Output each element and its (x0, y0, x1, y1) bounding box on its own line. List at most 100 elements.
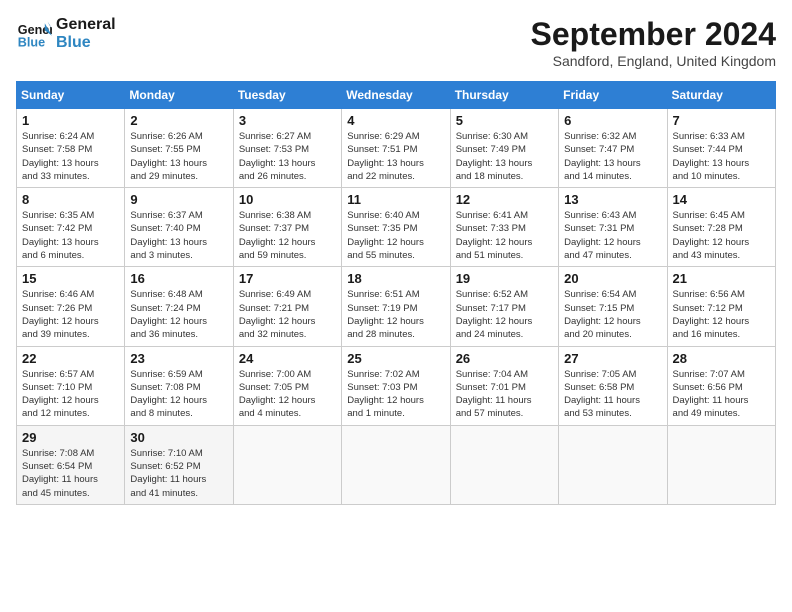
week-row-2: 8 Sunrise: 6:35 AMSunset: 7:42 PMDaylight… (17, 188, 776, 267)
day-cell: 11Sunrise: 6:40 AMSunset: 7:35 PMDayligh… (342, 188, 450, 267)
day-cell: 15 Sunrise: 6:46 AMSunset: 7:26 PMDayligh… (17, 267, 125, 346)
day-info: Sunrise: 6:30 AMSunset: 7:49 PMDaylight:… (456, 130, 553, 183)
weekday-header-tuesday: Tuesday (233, 82, 341, 109)
day-cell: 8 Sunrise: 6:35 AMSunset: 7:42 PMDaylight… (17, 188, 125, 267)
location: Sandford, England, United Kingdom (531, 53, 776, 69)
title-area: September 2024 Sandford, England, United… (531, 16, 776, 69)
day-number: 2 (130, 113, 227, 128)
day-cell: 10 Sunrise: 6:38 AMSunset: 7:37 PMDayligh… (233, 188, 341, 267)
day-cell: 28 Sunrise: 7:07 AMSunset: 6:56 PMDayligh… (667, 346, 775, 425)
week-row-3: 15 Sunrise: 6:46 AMSunset: 7:26 PMDayligh… (17, 267, 776, 346)
day-cell: 12Sunrise: 6:41 AMSunset: 7:33 PMDayligh… (450, 188, 558, 267)
day-info: Sunrise: 7:05 AMSunset: 6:58 PMDaylight:… (564, 368, 661, 421)
day-number: 3 (239, 113, 336, 128)
day-info: Sunrise: 7:04 AMSunset: 7:01 PMDaylight:… (456, 368, 553, 421)
day-cell: 26Sunrise: 7:04 AMSunset: 7:01 PMDayligh… (450, 346, 558, 425)
day-info: Sunrise: 6:48 AMSunset: 7:24 PMDaylight:… (130, 288, 227, 341)
day-number: 27 (564, 351, 661, 366)
day-number: 25 (347, 351, 444, 366)
day-info: Sunrise: 6:27 AMSunset: 7:53 PMDaylight:… (239, 130, 336, 183)
day-number: 7 (673, 113, 770, 128)
day-number: 30 (130, 430, 227, 445)
day-info: Sunrise: 6:33 AMSunset: 7:44 PMDaylight:… (673, 130, 770, 183)
day-number: 21 (673, 271, 770, 286)
day-info: Sunrise: 6:26 AMSunset: 7:55 PMDaylight:… (130, 130, 227, 183)
day-info: Sunrise: 7:02 AMSunset: 7:03 PMDaylight:… (347, 368, 444, 421)
day-number: 28 (673, 351, 770, 366)
day-info: Sunrise: 7:00 AMSunset: 7:05 PMDaylight:… (239, 368, 336, 421)
day-cell: 22Sunrise: 6:57 AMSunset: 7:10 PMDayligh… (17, 346, 125, 425)
weekday-header-monday: Monday (125, 82, 233, 109)
day-info: Sunrise: 6:43 AMSunset: 7:31 PMDaylight:… (564, 209, 661, 262)
day-cell: 1 Sunrise: 6:24 AMSunset: 7:58 PMDaylight… (17, 109, 125, 188)
logo-general: General (56, 16, 116, 34)
day-cell: 30Sunrise: 7:10 AMSunset: 6:52 PMDayligh… (125, 425, 233, 504)
day-number: 13 (564, 192, 661, 207)
day-cell: 19 Sunrise: 6:52 AMSunset: 7:17 PMDayligh… (450, 267, 558, 346)
logo-blue: Blue (56, 34, 116, 52)
day-cell: 18 Sunrise: 6:51 AMSunset: 7:19 PMDayligh… (342, 267, 450, 346)
day-number: 17 (239, 271, 336, 286)
day-cell: 17 Sunrise: 6:49 AMSunset: 7:21 PMDayligh… (233, 267, 341, 346)
day-info: Sunrise: 6:41 AMSunset: 7:33 PMDaylight:… (456, 209, 553, 262)
day-cell (342, 425, 450, 504)
day-number: 18 (347, 271, 444, 286)
day-number: 1 (22, 113, 119, 128)
day-cell (450, 425, 558, 504)
day-cell: 13 Sunrise: 6:43 AMSunset: 7:31 PMDayligh… (559, 188, 667, 267)
month-title: September 2024 (531, 16, 776, 53)
day-cell: 7 Sunrise: 6:33 AMSunset: 7:44 PMDaylight… (667, 109, 775, 188)
day-info: Sunrise: 7:07 AMSunset: 6:56 PMDaylight:… (673, 368, 770, 421)
day-cell: 20Sunrise: 6:54 AMSunset: 7:15 PMDayligh… (559, 267, 667, 346)
day-number: 19 (456, 271, 553, 286)
day-number: 9 (130, 192, 227, 207)
day-info: Sunrise: 6:51 AMSunset: 7:19 PMDaylight:… (347, 288, 444, 341)
day-cell: 9 Sunrise: 6:37 AMSunset: 7:40 PMDaylight… (125, 188, 233, 267)
day-number: 10 (239, 192, 336, 207)
day-number: 6 (564, 113, 661, 128)
day-info: Sunrise: 6:49 AMSunset: 7:21 PMDaylight:… (239, 288, 336, 341)
weekday-header-thursday: Thursday (450, 82, 558, 109)
day-number: 15 (22, 271, 119, 286)
day-cell (559, 425, 667, 504)
day-info: Sunrise: 6:38 AMSunset: 7:37 PMDaylight:… (239, 209, 336, 262)
day-cell: 6Sunrise: 6:32 AMSunset: 7:47 PMDaylight… (559, 109, 667, 188)
day-info: Sunrise: 6:56 AMSunset: 7:12 PMDaylight:… (673, 288, 770, 341)
day-cell: 25 Sunrise: 7:02 AMSunset: 7:03 PMDayligh… (342, 346, 450, 425)
day-number: 14 (673, 192, 770, 207)
day-info: Sunrise: 6:45 AMSunset: 7:28 PMDaylight:… (673, 209, 770, 262)
day-number: 8 (22, 192, 119, 207)
day-number: 22 (22, 351, 119, 366)
day-cell: 3 Sunrise: 6:27 AMSunset: 7:53 PMDaylight… (233, 109, 341, 188)
day-info: Sunrise: 6:54 AMSunset: 7:15 PMDaylight:… (564, 288, 661, 341)
day-cell: 29Sunrise: 7:08 AMSunset: 6:54 PMDayligh… (17, 425, 125, 504)
day-info: Sunrise: 6:59 AMSunset: 7:08 PMDaylight:… (130, 368, 227, 421)
header: General Blue General Blue September 2024… (16, 16, 776, 69)
day-info: Sunrise: 6:35 AMSunset: 7:42 PMDaylight:… (22, 209, 119, 262)
day-number: 29 (22, 430, 119, 445)
day-info: Sunrise: 6:24 AMSunset: 7:58 PMDaylight:… (22, 130, 119, 183)
week-row-4: 22Sunrise: 6:57 AMSunset: 7:10 PMDayligh… (17, 346, 776, 425)
day-cell: 5 Sunrise: 6:30 AMSunset: 7:49 PMDaylight… (450, 109, 558, 188)
day-info: Sunrise: 6:52 AMSunset: 7:17 PMDaylight:… (456, 288, 553, 341)
day-cell: 16Sunrise: 6:48 AMSunset: 7:24 PMDayligh… (125, 267, 233, 346)
day-cell: 14 Sunrise: 6:45 AMSunset: 7:28 PMDayligh… (667, 188, 775, 267)
day-number: 11 (347, 192, 444, 207)
day-number: 5 (456, 113, 553, 128)
day-cell (667, 425, 775, 504)
calendar: SundayMondayTuesdayWednesdayThursdayFrid… (16, 81, 776, 505)
svg-text:Blue: Blue (18, 36, 45, 50)
weekday-header-wednesday: Wednesday (342, 82, 450, 109)
day-info: Sunrise: 6:46 AMSunset: 7:26 PMDaylight:… (22, 288, 119, 341)
day-cell (233, 425, 341, 504)
day-cell: 27 Sunrise: 7:05 AMSunset: 6:58 PMDayligh… (559, 346, 667, 425)
day-cell: 23 Sunrise: 6:59 AMSunset: 7:08 PMDayligh… (125, 346, 233, 425)
day-number: 23 (130, 351, 227, 366)
week-row-5: 29Sunrise: 7:08 AMSunset: 6:54 PMDayligh… (17, 425, 776, 504)
day-info: Sunrise: 6:37 AMSunset: 7:40 PMDaylight:… (130, 209, 227, 262)
day-number: 24 (239, 351, 336, 366)
logo: General Blue General Blue (16, 16, 116, 52)
weekday-header-saturday: Saturday (667, 82, 775, 109)
day-cell: 21 Sunrise: 6:56 AMSunset: 7:12 PMDayligh… (667, 267, 775, 346)
day-number: 4 (347, 113, 444, 128)
